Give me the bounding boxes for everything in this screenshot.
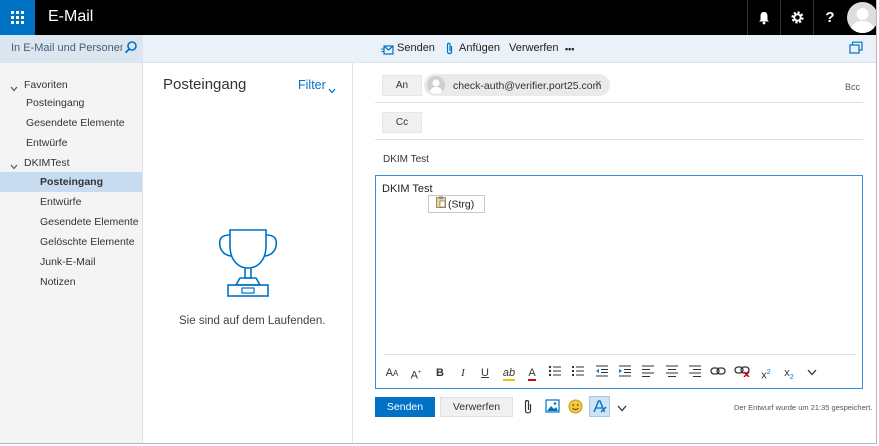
account-header[interactable]: DKIMTest xyxy=(24,153,124,173)
to-row-divider xyxy=(375,102,863,103)
paste-options-button[interactable]: (Strg) xyxy=(428,195,485,213)
align-left-icon[interactable] xyxy=(639,365,657,381)
nav-fav-drafts[interactable]: Entwürfe xyxy=(0,133,142,153)
clipboard-icon xyxy=(436,196,446,213)
paperclip-icon[interactable] xyxy=(523,399,539,415)
search-icon[interactable] xyxy=(124,40,138,57)
bcc-link[interactable]: Bcc xyxy=(845,82,860,92)
subject-field[interactable]: DKIM Test xyxy=(383,154,429,165)
numbering-icon[interactable] xyxy=(569,365,587,381)
italic-icon[interactable]: I xyxy=(454,365,472,381)
format-toolbar-divider xyxy=(383,354,856,355)
outlook-window: E-Mail ? In E-Mail und Personen su... Se… xyxy=(0,0,877,444)
decrease-indent-icon[interactable] xyxy=(593,365,611,381)
insert-picture-icon[interactable] xyxy=(545,399,561,415)
discard-command[interactable]: Verwerfen xyxy=(509,42,559,54)
waffle-icon[interactable] xyxy=(0,0,35,35)
send-button[interactable]: Senden xyxy=(375,397,435,417)
format-toggle-icon[interactable] xyxy=(589,396,610,417)
help-icon[interactable]: ? xyxy=(813,0,846,35)
superscript-icon[interactable]: x2 xyxy=(757,365,775,382)
pane-divider xyxy=(352,63,353,443)
favorites-header[interactable]: Favoriten xyxy=(24,75,124,95)
bullets-icon[interactable] xyxy=(546,365,564,381)
font-color-icon[interactable]: A xyxy=(523,365,541,381)
trophy-icon xyxy=(216,226,280,301)
search-input[interactable]: In E-Mail und Personen su... xyxy=(11,42,123,54)
folder-title: Posteingang xyxy=(163,76,247,93)
recipient-address: check-auth@verifier.port25.com xyxy=(453,80,602,92)
send-command[interactable]: Senden xyxy=(397,42,435,54)
bold-icon[interactable]: B xyxy=(431,365,449,381)
nav-inbox[interactable]: Posteingang xyxy=(0,172,142,192)
align-center-icon[interactable] xyxy=(663,365,681,381)
avatar[interactable] xyxy=(847,2,876,33)
underline-icon[interactable]: U xyxy=(476,365,494,381)
emoji-icon[interactable] xyxy=(568,399,584,415)
empty-state-message: Sie sind auf dem Laufenden. xyxy=(179,315,326,327)
draft-saved-status: Der Entwurf wurde um 21:35 gespeichert. xyxy=(734,403,873,412)
app-title[interactable]: E-Mail xyxy=(48,8,93,26)
nav-fav-inbox[interactable]: Posteingang xyxy=(0,93,142,113)
increase-indent-icon[interactable] xyxy=(616,365,634,381)
chevron-down-icon[interactable] xyxy=(328,83,336,97)
discard-button[interactable]: Verwerfen xyxy=(440,397,513,417)
paperclip-icon xyxy=(445,42,454,58)
highlight-icon[interactable]: ab xyxy=(500,365,518,381)
chevron-down-icon[interactable] xyxy=(617,401,633,417)
popout-icon[interactable] xyxy=(849,41,863,57)
nav-drafts[interactable]: Entwürfe xyxy=(0,192,142,212)
subscript-icon[interactable]: x2 xyxy=(780,365,798,381)
remove-recipient-icon[interactable]: × xyxy=(595,78,601,90)
recipient-avatar xyxy=(427,76,445,94)
cc-button[interactable]: Cc xyxy=(382,112,422,133)
link-icon[interactable] xyxy=(709,365,727,381)
body-text[interactable]: DKIM Test xyxy=(382,183,433,195)
attach-command[interactable]: Anfügen xyxy=(459,42,500,54)
top-bar xyxy=(0,0,876,35)
send-command-icon xyxy=(381,44,394,58)
nav-notes[interactable]: Notizen xyxy=(0,272,142,292)
font-size-icon[interactable]: AA xyxy=(383,365,401,381)
unlink-icon[interactable] xyxy=(733,365,751,381)
nav-deleted[interactable]: Gelöschte Elemente xyxy=(0,232,142,252)
gear-icon[interactable] xyxy=(780,0,813,35)
to-button[interactable]: An xyxy=(382,75,422,96)
align-right-icon[interactable] xyxy=(686,365,704,381)
grow-font-icon[interactable]: A+ xyxy=(407,365,425,382)
more-commands-icon[interactable]: ••• xyxy=(565,44,574,54)
nav-fav-sent[interactable]: Gesendete Elemente xyxy=(0,113,142,133)
bell-icon[interactable] xyxy=(747,0,780,35)
chevron-down-icon[interactable] xyxy=(10,159,18,173)
cc-row-divider xyxy=(375,139,863,140)
more-chevron-icon[interactable] xyxy=(803,365,821,381)
filter-button[interactable]: Filter xyxy=(298,78,326,92)
nav-junk[interactable]: Junk-E-Mail xyxy=(0,252,142,272)
paste-hint: (Strg) xyxy=(448,198,475,211)
nav-sent[interactable]: Gesendete Elemente xyxy=(0,212,142,232)
